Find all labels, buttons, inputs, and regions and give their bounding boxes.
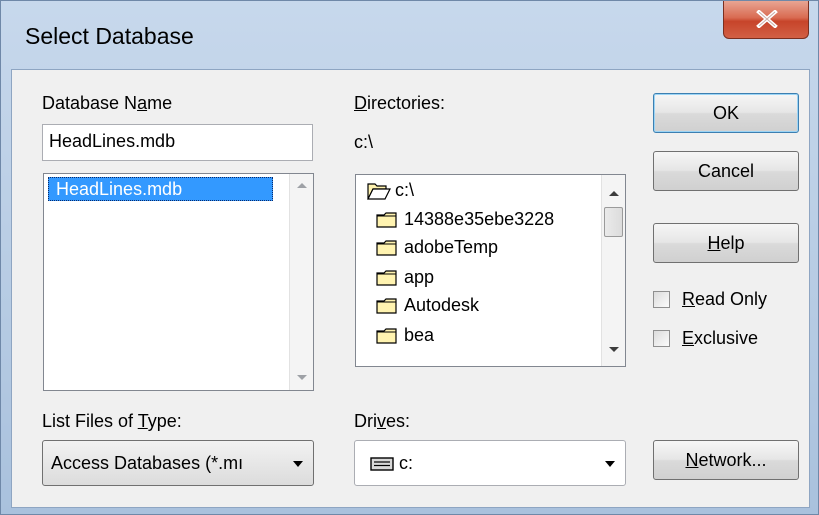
directory-item[interactable]: bea: [404, 325, 434, 346]
folder-open-icon: [367, 183, 391, 200]
folder-icon: [376, 270, 397, 286]
close-button[interactable]: [723, 1, 809, 39]
scrollbar-thumb[interactable]: [604, 207, 623, 237]
file-type-select[interactable]: Access Databases (*.mı: [42, 440, 314, 486]
directory-item[interactable]: Autodesk: [404, 295, 479, 316]
ok-button[interactable]: OK: [653, 93, 799, 133]
window-title: Select Database: [25, 23, 194, 49]
database-name-label: Database Name: [42, 93, 173, 113]
drives-select[interactable]: c:: [354, 440, 626, 486]
scroll-up-icon[interactable]: [609, 191, 619, 196]
network-mnemonic: N: [685, 450, 699, 470]
dialog-client-area: Database Name HeadLines.mdb HeadLines.md…: [11, 69, 810, 508]
help-mnemonic: H: [707, 233, 721, 253]
drive-icon: [370, 457, 394, 471]
drive-value: c:: [399, 453, 414, 473]
folder-icon: [376, 212, 397, 228]
file-type-value: Access Databases (*.mı: [51, 453, 244, 473]
folder-icon: [376, 240, 397, 256]
directory-item[interactable]: adobeTemp: [404, 237, 498, 258]
directory-item-root[interactable]: c:\: [395, 180, 414, 201]
network-label: etwork...: [698, 450, 767, 470]
folder-icon: [376, 298, 397, 314]
help-label: elp: [720, 233, 745, 253]
file-list-scrollbar[interactable]: [289, 174, 313, 390]
help-button[interactable]: Help: [653, 223, 799, 263]
title-bar[interactable]: Select Database: [1, 1, 818, 75]
folder-icon: [376, 328, 397, 344]
file-list[interactable]: HeadLines.mdb: [43, 173, 314, 391]
drives-label: Drives:: [354, 411, 411, 431]
chevron-down-icon[interactable]: [605, 461, 615, 467]
database-name-input[interactable]: HeadLines.mdb: [42, 124, 313, 161]
network-button[interactable]: Network...: [653, 440, 799, 480]
file-list-item-label: HeadLines.mdb: [56, 179, 183, 199]
close-x-icon: [756, 10, 778, 28]
exclusive-label[interactable]: Exclusive: [682, 328, 758, 349]
file-type-label: List Files of Type:: [42, 411, 182, 431]
cancel-button[interactable]: Cancel: [653, 151, 799, 191]
list-item-selected[interactable]: HeadLines.mdb: [48, 177, 273, 201]
directories-label: Directories:: [354, 93, 446, 113]
dialog-window: Select Database Database Name HeadLines.…: [0, 0, 819, 515]
current-directory: c:\: [354, 132, 374, 152]
directory-item[interactable]: app: [404, 267, 434, 288]
read-only-label[interactable]: Read Only: [682, 289, 767, 310]
scroll-up-icon[interactable]: [297, 183, 307, 188]
chevron-down-icon[interactable]: [293, 461, 303, 467]
exclusive-checkbox[interactable]: [653, 330, 670, 347]
directory-list-scrollbar[interactable]: [601, 175, 625, 366]
directory-item[interactable]: 14388e35ebe3228: [404, 209, 554, 230]
scroll-down-icon[interactable]: [609, 347, 619, 352]
scroll-down-icon[interactable]: [297, 375, 307, 380]
read-only-checkbox[interactable]: [653, 291, 670, 308]
directory-list[interactable]: c:\ 14388e35ebe3228 adobeTemp app Autode…: [355, 174, 626, 367]
